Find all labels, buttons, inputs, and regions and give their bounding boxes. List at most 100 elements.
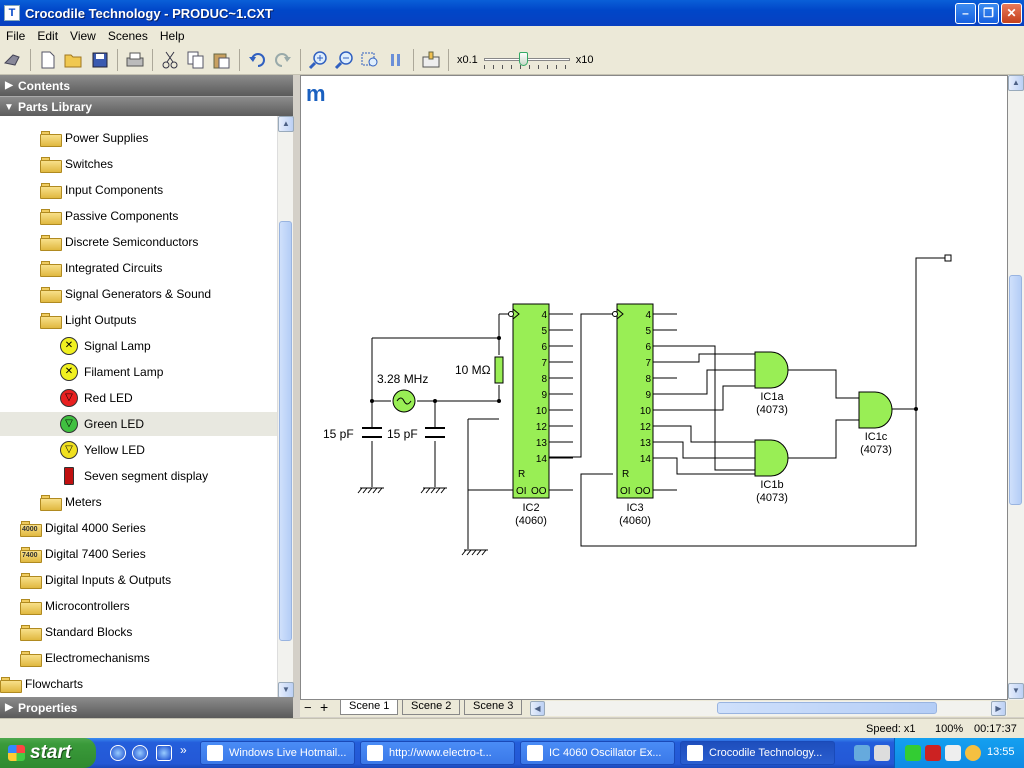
undo-icon[interactable]	[246, 49, 268, 71]
open-icon[interactable]	[63, 49, 85, 71]
tree-item[interactable]: Integrated Circuits	[0, 256, 277, 280]
quicklaunch-app-icon[interactable]	[156, 745, 172, 761]
tree-item[interactable]: Flowcharts	[0, 672, 277, 696]
tree-item[interactable]: ✕ Filament Lamp	[0, 360, 277, 384]
zoom-out-icon[interactable]	[333, 49, 355, 71]
quicklaunch-more-icon[interactable]: »	[180, 743, 187, 757]
tree-item[interactable]: Microcontrollers	[0, 594, 277, 618]
parts-library-header[interactable]: ▼ Parts Library	[0, 96, 293, 117]
and-gate-ic1a[interactable]	[754, 351, 789, 389]
remove-scene-button[interactable]: −	[304, 700, 312, 715]
title-bar[interactable]: T Crocodile Technology - PRODUC~1.CXT – …	[0, 0, 1024, 26]
save-icon[interactable]	[89, 49, 111, 71]
tree-item-label: Microcontrollers	[45, 599, 130, 613]
minimize-button[interactable]: –	[955, 2, 976, 24]
tree-item[interactable]: Power Supplies	[0, 126, 277, 150]
tree-item[interactable]: 7400 Digital 7400 Series	[0, 542, 277, 566]
task-electro[interactable]: http://www.electro-t...	[360, 741, 515, 765]
circuit-canvas[interactable]: m 3.28 MHz 10 MΩ 15 pF 15 pF 4 5 6 7 8 9…	[300, 75, 1008, 700]
menu-help[interactable]: Help	[154, 29, 191, 43]
tray-pen-icon[interactable]	[854, 745, 870, 761]
tab-scene-3[interactable]: Scene 3	[464, 700, 523, 715]
canvas-vertical-scrollbar[interactable]: ▲ ▼	[1008, 75, 1024, 700]
scroll-right-button[interactable]: ▶	[991, 701, 1006, 716]
capacitor-1[interactable]	[362, 427, 382, 438]
close-button[interactable]: ✕	[1001, 2, 1022, 24]
gate-ic1a-label: IC1a	[760, 391, 784, 403]
tree-item[interactable]: Meters	[0, 490, 277, 514]
tree-item[interactable]: Standard Blocks	[0, 620, 277, 644]
zoom-in-icon[interactable]	[307, 49, 329, 71]
tray-device-icon[interactable]	[874, 745, 890, 761]
new-icon[interactable]	[37, 49, 59, 71]
tree-item[interactable]: 4000 Digital 4000 Series	[0, 516, 277, 540]
tree-item[interactable]: Switches	[0, 152, 277, 176]
microcontroller-icon	[20, 598, 42, 615]
menu-view[interactable]: View	[64, 29, 102, 43]
scroll-up-button[interactable]: ▲	[1008, 75, 1024, 91]
scroll-up-button[interactable]: ▲	[278, 116, 294, 132]
digital-io-icon	[20, 572, 42, 589]
tree-item[interactable]: Seven segment display	[0, 464, 277, 488]
canvas-hscroll-thumb[interactable]	[717, 702, 937, 714]
tray-network-icon[interactable]	[905, 745, 921, 761]
folder-switch-icon	[40, 156, 62, 173]
pause-icon[interactable]	[385, 49, 407, 71]
task-ic4060[interactable]: IC 4060 Oscillator Ex...	[520, 741, 675, 765]
tree-item[interactable]: Passive Components	[0, 204, 277, 228]
capacitor-2[interactable]	[425, 427, 445, 438]
tree-item[interactable]: Signal Generators & Sound	[0, 282, 277, 306]
scroll-down-button[interactable]: ▼	[1008, 683, 1024, 699]
resistor[interactable]	[494, 356, 504, 384]
tree-item[interactable]: Digital Inputs & Outputs	[0, 568, 277, 592]
tree-item[interactable]: Light Outputs	[0, 308, 277, 332]
and-gate-ic1b[interactable]	[754, 439, 789, 477]
pointer-icon[interactable]	[420, 49, 442, 71]
ic2-pin-label: 9	[541, 390, 547, 401]
maximize-button[interactable]: ❐	[978, 2, 999, 24]
start-button[interactable]: start	[0, 738, 96, 768]
tree-scroll-thumb[interactable]	[279, 221, 292, 641]
ic2-pin-label: 13	[536, 438, 548, 449]
canvas-horizontal-scrollbar[interactable]: ◀ ▶	[530, 701, 1007, 716]
canvas-vscroll-thumb[interactable]	[1009, 275, 1022, 505]
properties-header[interactable]: ▶ Properties	[0, 697, 293, 718]
tray-messenger-icon[interactable]	[965, 745, 981, 761]
ie-quicklaunch-icon-2[interactable]	[132, 745, 148, 761]
tree-item[interactable]: ▽ Red LED	[0, 386, 277, 410]
tab-scene-1[interactable]: Scene 1	[340, 700, 399, 715]
tray-security-icon[interactable]	[925, 745, 941, 761]
copy-icon[interactable]	[185, 49, 207, 71]
tree-item[interactable]: Discrete Semiconductors	[0, 230, 277, 254]
task-crocodile[interactable]: Crocodile Technology...	[680, 741, 835, 765]
tree-scrollbar[interactable]: ▲ ▼	[277, 116, 294, 698]
paste-icon[interactable]	[211, 49, 233, 71]
redo-icon[interactable]	[272, 49, 294, 71]
output-terminal[interactable]	[944, 254, 952, 262]
scroll-down-button[interactable]: ▼	[278, 682, 294, 698]
tree-item[interactable]: Input Components	[0, 178, 277, 202]
menu-file[interactable]: File	[0, 29, 31, 43]
print-icon[interactable]	[124, 49, 146, 71]
capacitor-1-value: 15 pF	[323, 427, 354, 441]
tree-item[interactable]: ✕ Signal Lamp	[0, 334, 277, 358]
zoom-slider[interactable]	[482, 49, 572, 71]
tree-item[interactable]: ▽ Yellow LED	[0, 438, 277, 462]
task-hotmail[interactable]: Windows Live Hotmail...	[200, 741, 355, 765]
menu-edit[interactable]: Edit	[31, 29, 64, 43]
series-badge: 4000	[22, 525, 38, 533]
tools-icon[interactable]	[2, 49, 24, 71]
add-scene-button[interactable]: +	[320, 699, 328, 715]
cut-icon[interactable]	[159, 49, 181, 71]
tab-scene-2[interactable]: Scene 2	[402, 700, 461, 715]
tree-item[interactable]: Electromechanisms	[0, 646, 277, 670]
zoom-slider-thumb[interactable]	[518, 51, 528, 66]
tray-volume-icon[interactable]	[945, 745, 961, 761]
scroll-left-button[interactable]: ◀	[530, 701, 545, 716]
menu-scenes[interactable]: Scenes	[102, 29, 154, 43]
and-gate-ic1c[interactable]	[858, 391, 893, 429]
ie-quicklaunch-icon[interactable]	[110, 745, 126, 761]
zoom-fit-icon[interactable]	[359, 49, 381, 71]
tree-item[interactable]: ▽ Green LED	[0, 412, 277, 436]
contents-header[interactable]: ▶ Contents	[0, 75, 293, 96]
